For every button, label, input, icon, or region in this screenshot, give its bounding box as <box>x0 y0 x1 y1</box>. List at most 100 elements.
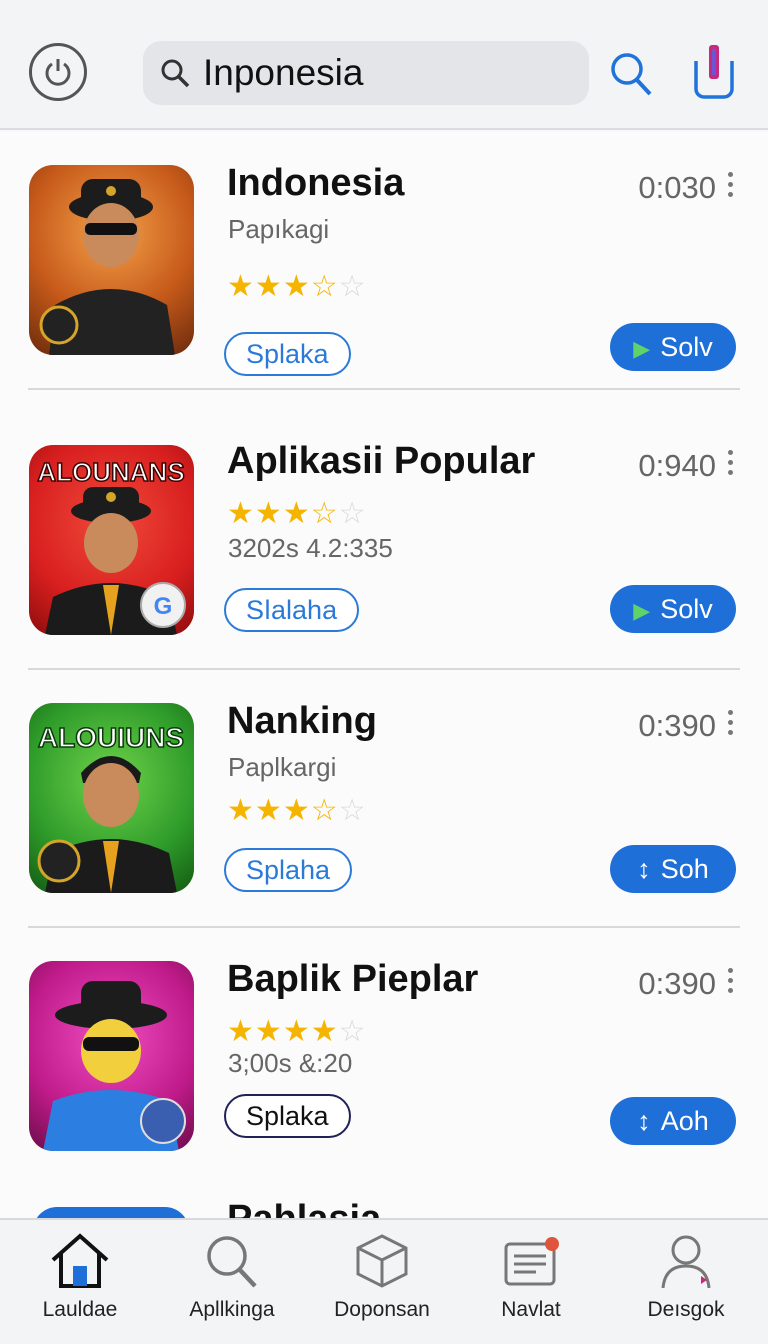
app-name[interactable]: Nanking <box>227 700 377 743</box>
app-thumbnail[interactable]: ALOUIUNS <box>29 703 194 893</box>
bottom-navigation: Lauldae Apllkinga Doponsan Navlat Deısgo… <box>0 1218 768 1344</box>
app-subtitle: 3202s 4.2:335 <box>228 533 393 563</box>
action-button[interactable]: ▶ Solv <box>610 585 736 633</box>
rating-stars: ★★★☆☆ <box>227 793 367 828</box>
app-subtitle: Papıkagi <box>228 214 330 244</box>
app-time: 0:030 <box>638 170 716 205</box>
action-label: Solv <box>660 332 713 362</box>
search-icon <box>611 53 652 96</box>
svg-text:ALOUIUNS: ALOUIUNS <box>38 722 184 753</box>
rating-stars: ★★★☆☆ <box>227 269 367 304</box>
news-icon <box>504 1237 559 1286</box>
more-options-icon[interactable] <box>726 172 734 200</box>
nav-label: Deısgok <box>647 1298 725 1321</box>
star-filled-icon: ★ <box>282 270 311 303</box>
app-time: 0:940 <box>638 448 716 483</box>
list-item[interactable]: ALOUIUNS Nanking 0:390 Paplkargi ★★★☆☆ S… <box>0 670 768 928</box>
avatar-image <box>43 981 186 1151</box>
sort-icon: ↕ <box>637 854 651 884</box>
star-empty-icon: ☆ <box>338 497 367 530</box>
app-name[interactable]: Indonesia <box>227 162 404 205</box>
divider <box>28 388 740 390</box>
star-filled-icon: ★ <box>254 497 283 530</box>
svg-text:ALOUNANS: ALOUNANS <box>37 457 184 487</box>
search-bar[interactable] <box>143 41 589 105</box>
app-subtitle: Paplkargi <box>228 752 337 782</box>
list-item[interactable]: Baplik Pieplar 0:390 ★★★★☆ 3;00s &:20 Sp… <box>0 928 768 1186</box>
star-empty-icon: ☆ <box>338 270 367 303</box>
category-tag[interactable]: Splaka <box>224 1094 351 1138</box>
action-label: Aoh <box>660 1106 709 1136</box>
star-outline-icon: ☆ <box>310 270 339 303</box>
rating-stars: ★★★☆☆ <box>227 496 367 531</box>
app-name[interactable]: Baplik Pieplar <box>227 958 478 1001</box>
star-filled-icon: ★ <box>254 794 283 827</box>
nav-item-news[interactable]: Navlat <box>456 1230 606 1340</box>
app-thumbnail[interactable] <box>33 1207 189 1218</box>
nav-item-apps[interactable]: Apllkinga <box>157 1230 307 1340</box>
app-time: 0:390 <box>638 966 716 1001</box>
star-empty-icon: ☆ <box>338 794 367 827</box>
category-tag[interactable]: Splaka <box>224 332 351 376</box>
star-outline-icon: ☆ <box>310 794 339 827</box>
star-filled-icon: ★ <box>254 270 283 303</box>
star-filled-icon: ★ <box>282 1015 311 1048</box>
more-options-icon[interactable] <box>726 710 734 738</box>
home-icon <box>51 1233 109 1288</box>
rating-stars: ★★★★☆ <box>227 1014 367 1049</box>
action-button[interactable]: ▶ Solv <box>610 323 736 371</box>
app-name[interactable]: Aplikasii Popular <box>227 440 535 483</box>
avatar-image: ALOUNANS G <box>37 456 186 635</box>
avatar-image: ALOUIUNS <box>37 721 185 893</box>
box-icon <box>356 1234 408 1288</box>
svg-text:G: G <box>154 593 173 620</box>
top-bar <box>0 0 768 130</box>
search-icon <box>161 59 190 88</box>
star-outline-icon: ☆ <box>310 497 339 530</box>
more-options-icon[interactable] <box>726 968 734 996</box>
search-input[interactable] <box>203 49 573 97</box>
category-tag[interactable]: Splaha <box>224 848 353 892</box>
app-list[interactable]: Indonesia 0:030 Papıkagi ★★★☆☆ Splaka ▶ S… <box>0 132 768 1218</box>
nav-label: Apllkinga <box>189 1298 275 1321</box>
bookmark-button[interactable] <box>690 43 738 101</box>
star-filled-icon: ★ <box>254 1015 283 1048</box>
category-tag[interactable]: Sǀalaha <box>224 588 360 632</box>
nav-label: Lauldae <box>42 1298 118 1321</box>
search-button[interactable] <box>607 49 655 99</box>
app-thumbnail[interactable] <box>29 961 194 1151</box>
star-filled-icon: ★ <box>310 1015 339 1048</box>
bookmark-icon <box>694 45 734 99</box>
play-icon: ▶ <box>633 598 651 623</box>
star-filled-icon: ★ <box>227 1015 255 1048</box>
search-icon <box>207 1236 257 1288</box>
star-empty-icon: ☆ <box>338 1015 367 1048</box>
star-filled-icon: ★ <box>227 497 255 530</box>
list-item[interactable]: ALOUNANS G Aplikasii Popular 0:940 ★★★☆☆… <box>0 412 768 670</box>
nav-label: Doponsan <box>334 1298 430 1321</box>
nav-item-home[interactable]: Lauldae <box>5 1230 155 1340</box>
nav-item-profile[interactable]: Deısgok <box>611 1230 761 1340</box>
star-filled-icon: ★ <box>227 794 255 827</box>
power-icon <box>45 59 71 86</box>
profile-icon <box>661 1235 711 1289</box>
app-thumbnail[interactable] <box>29 165 194 355</box>
sort-icon: ↕ <box>637 1106 651 1136</box>
nav-label: Navlat <box>501 1298 561 1321</box>
app-time: 0:390 <box>638 708 716 743</box>
action-button[interactable]: ↕ Aoh <box>610 1097 736 1145</box>
star-filled-icon: ★ <box>282 497 311 530</box>
power-button[interactable] <box>29 43 87 101</box>
app-subtitle: 3;00s &:20 <box>228 1048 353 1078</box>
app-thumbnail[interactable]: ALOUNANS G <box>29 445 194 635</box>
play-icon: ▶ <box>633 336 651 361</box>
action-label: Soh <box>660 854 709 884</box>
more-options-icon[interactable] <box>726 450 734 478</box>
action-button[interactable]: ↕ Soh <box>610 845 736 893</box>
list-item[interactable]: Indonesia 0:030 Papıkagi ★★★☆☆ Splaka ▶ S… <box>0 132 768 390</box>
star-filled-icon: ★ <box>227 270 255 303</box>
avatar-image <box>39 179 175 355</box>
nav-item-download[interactable]: Doponsan <box>307 1230 457 1340</box>
app-name[interactable]: Pahlasia <box>227 1198 381 1218</box>
action-label: Solv <box>660 594 713 624</box>
